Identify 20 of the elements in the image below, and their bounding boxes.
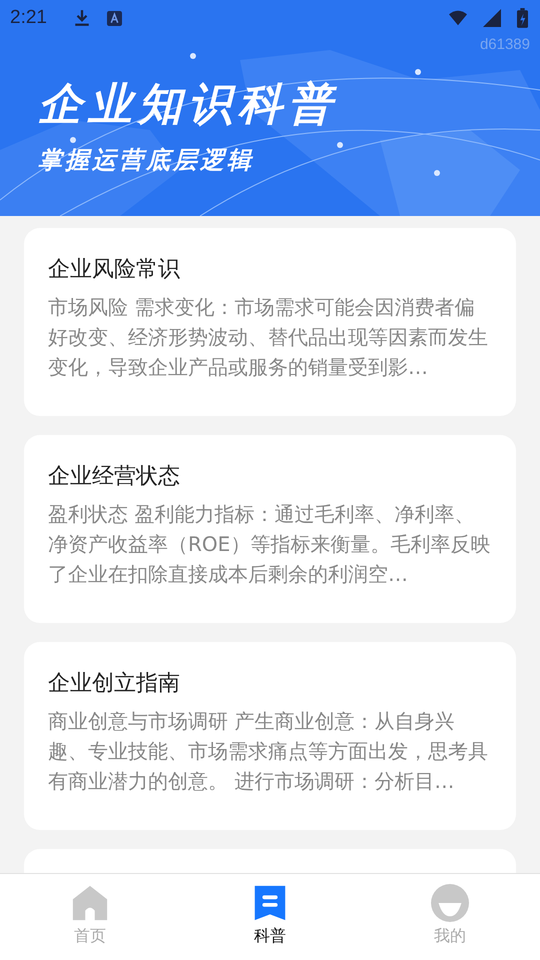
- article-card[interactable]: 企业风险常识 市场风险 需求变化：市场需求可能会因消费者偏好改变、经济形势波动、替代品出现等因素而发生变化，导致企业产品或服务的销量受到影…: [24, 228, 516, 416]
- card-summary: 盈利状态 盈利能力指标：通过毛利率、净利率、净资产收益率（ROE）等指标来衡量。毛利率反映了企业在扣除直接成本后剩余的利润空…: [48, 501, 492, 588]
- card-summary: 市场风险 需求变化：市场需求可能会因消费者偏好改变、经济形势波动、替代品出现等因素而发生变化，导致企业产品或服务的销量受到影…: [48, 294, 489, 381]
- user-icon: [431, 884, 469, 922]
- card-title: 企业风险常识: [48, 256, 181, 284]
- card-summary: 商业创意与市场调研 产生商业创意：从自身兴趣、专业技能、市场需求痛点等方面出发，思考具有商业潜力的创意。 进行市场调研：分析目…: [48, 708, 489, 795]
- home-icon: [71, 884, 109, 922]
- status-time: 2:21: [10, 7, 47, 29]
- article-card[interactable]: 企业创立指南 商业创意与市场调研 产生商业创意：从自身兴趣、专业技能、市场需求痛点等方面出发，思考具有商业潜力的创意。 进行市场调研：分析目…: [24, 642, 516, 830]
- banner-subtitle: 掌握运营底层逻辑: [38, 145, 254, 176]
- nav-tab[interactable]: 科普: [180, 874, 360, 960]
- article-card[interactable]: 企业经营状态 盈利状态 盈利能力指标：通过毛利率、净利率、净资产收益率（ROE）等指标来衡量。毛利率反映了企业在扣除直接成本后剩余的利润空…: [24, 435, 516, 623]
- banner-title: 企业知识科普: [38, 78, 338, 132]
- signal-icon: [483, 9, 501, 27]
- battery-icon: [517, 8, 528, 28]
- download-icon: [72, 9, 91, 27]
- card-title: 企业创立指南: [48, 670, 181, 698]
- device-code: d61389: [480, 36, 530, 53]
- wifi-icon: [449, 9, 467, 27]
- card-title: 企业经营状态: [48, 463, 181, 491]
